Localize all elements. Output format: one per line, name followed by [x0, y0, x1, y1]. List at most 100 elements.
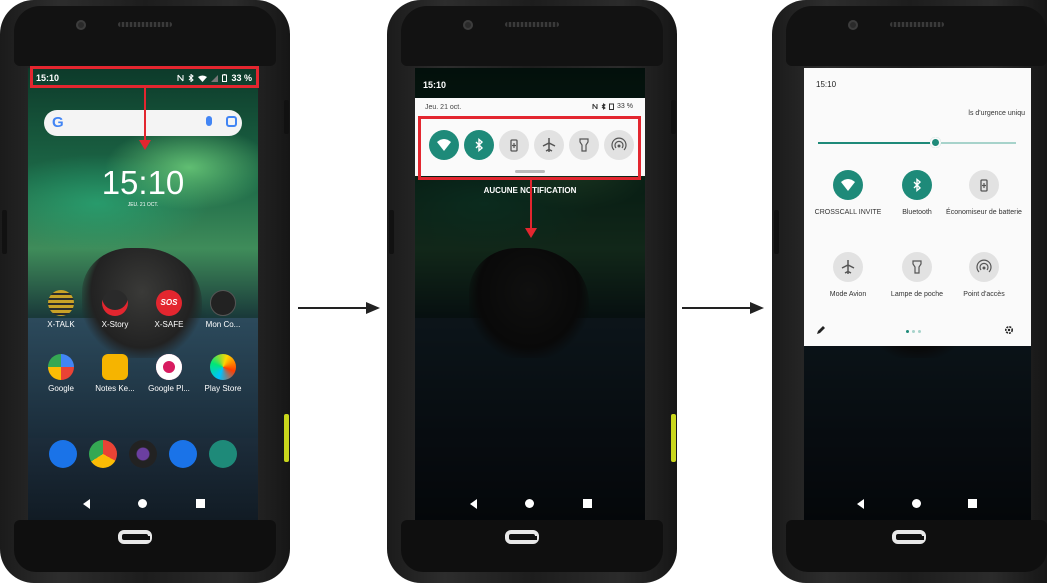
recents-button[interactable]	[968, 499, 977, 508]
crosscall-logo	[892, 530, 926, 544]
battery-saver-tile[interactable]	[969, 170, 999, 200]
top-bezel	[786, 6, 1047, 66]
app-label: Notes Ke...	[95, 384, 135, 393]
navigation-bar	[804, 494, 1031, 514]
app-x-safe[interactable]: SOS X-SAFE	[142, 290, 196, 329]
navigation-bar	[28, 494, 258, 514]
wifi-tile[interactable]	[833, 170, 863, 200]
hotspot-tile-label: Point d'accès	[963, 291, 1005, 298]
crosscall-account-icon	[210, 290, 236, 316]
power-button[interactable]	[284, 100, 289, 134]
google-g-icon: G	[52, 114, 64, 131]
battery-saver-tile-label: Économiseur de batterie	[946, 209, 1022, 216]
qs-header-text: ls d'urgence uniqu	[968, 110, 1025, 117]
app-label: X-Story	[101, 320, 129, 329]
back-button[interactable]	[857, 499, 864, 509]
app-keep-notes[interactable]: Notes Ke...	[88, 354, 142, 393]
bottom-bezel	[786, 520, 1047, 572]
flow-arrow-2	[682, 307, 752, 309]
flow-arrow-1	[298, 307, 368, 309]
back-button[interactable]	[83, 499, 90, 509]
brightness-thumb-icon[interactable]	[930, 137, 941, 148]
nfc-icon	[592, 103, 598, 110]
programmable-key[interactable]	[284, 414, 289, 462]
airplane-tile-label: Mode Avion	[829, 291, 867, 298]
lens-icon[interactable]	[226, 116, 237, 127]
flashlight-icon	[912, 260, 922, 274]
chrome-icon[interactable]	[89, 440, 117, 468]
settings-gear-icon[interactable]	[1004, 325, 1014, 335]
top-bezel	[401, 6, 663, 66]
power-button[interactable]	[671, 100, 676, 134]
brightness-slider[interactable]	[818, 137, 1016, 148]
volume-button[interactable]	[774, 210, 779, 254]
volume-button[interactable]	[389, 210, 394, 254]
battery-saver-icon	[980, 179, 988, 192]
front-camera	[463, 20, 473, 30]
programmable-key[interactable]	[671, 414, 676, 462]
crosscall-logo	[505, 530, 539, 544]
page-dot-active	[906, 330, 909, 333]
bluetooth-tile[interactable]	[902, 170, 932, 200]
navigation-bar	[415, 494, 645, 514]
flow-arrow-2-head	[750, 302, 764, 314]
phone-dialer-icon[interactable]	[49, 440, 77, 468]
expanded-quick-settings: 15:10 ls d'urgence uniqu CROSSCALL INVIT…	[804, 68, 1031, 346]
sos-icon: SOS	[156, 290, 182, 316]
front-camera	[76, 20, 86, 30]
x-story-icon	[102, 290, 128, 316]
x-talk-icon	[48, 290, 74, 316]
flashlight-tile[interactable]	[902, 252, 932, 282]
earpiece-speaker	[118, 22, 172, 27]
shade-date: Jeu. 21 oct.	[425, 104, 462, 111]
app-label: X-TALK	[47, 320, 75, 329]
keep-notes-icon	[102, 354, 128, 380]
app-play-store[interactable]: Play Store	[196, 354, 250, 393]
mic-icon[interactable]	[206, 116, 212, 126]
app-google[interactable]: Google	[34, 354, 88, 393]
home-button[interactable]	[525, 499, 534, 508]
messages-icon[interactable]	[169, 440, 197, 468]
page-indicator	[906, 330, 921, 333]
wifi-icon	[841, 179, 855, 191]
home-button[interactable]	[138, 499, 147, 508]
bluetooth-tile-label: Bluetooth	[902, 209, 932, 216]
camera-app-icon[interactable]	[129, 440, 157, 468]
home-clock[interactable]: 15:10	[28, 164, 258, 202]
app-x-talk[interactable]: X-TALK	[34, 290, 88, 329]
settings-icon[interactable]	[209, 440, 237, 468]
page-dot	[912, 330, 915, 333]
app-google-play-movies[interactable]: Google Pl...	[142, 354, 196, 393]
app-label: Play Store	[204, 384, 242, 393]
front-camera	[848, 20, 858, 30]
phone-home: 15:10 33 % G 15:10 JEU. 21 OCT. X-TALK X…	[0, 0, 290, 583]
shade-status-icons: 33 %	[592, 103, 633, 110]
phone-quick-settings: 15:10 ls d'urgence uniqu CROSSCALL INVIT…	[772, 0, 1047, 583]
back-button[interactable]	[470, 499, 477, 509]
top-bezel	[14, 6, 276, 66]
play-store-icon	[210, 354, 236, 380]
google-search-bar[interactable]: G	[44, 110, 242, 136]
home-date: JEU. 21 OCT.	[127, 202, 159, 208]
airplane-tile[interactable]	[833, 252, 863, 282]
status-bar: 15:10	[415, 68, 645, 90]
app-x-story[interactable]: X-Story	[88, 290, 142, 329]
hotspot-tile[interactable]	[969, 252, 999, 282]
edit-icon[interactable]	[816, 326, 825, 335]
recents-button[interactable]	[583, 499, 592, 508]
status-time: 15:10	[423, 80, 447, 90]
phone-notification-shade: 15:10 Jeu. 21 oct. 33 % AUCUNE NOTIFICAT…	[387, 0, 677, 583]
home-button[interactable]	[912, 499, 921, 508]
swipe-arrow-head	[525, 228, 537, 238]
app-mon-compte[interactable]: Mon Co...	[196, 290, 250, 329]
volume-button[interactable]	[2, 210, 7, 254]
app-label: X-SAFE	[154, 320, 184, 329]
recents-button[interactable]	[196, 499, 205, 508]
flashlight-tile-label: Lampe de poche	[890, 291, 944, 298]
app-label: Google Pl...	[148, 384, 190, 393]
hotspot-icon	[976, 259, 992, 273]
battery-icon	[609, 103, 615, 110]
bluetooth-icon	[601, 103, 606, 110]
earpiece-speaker	[890, 22, 944, 27]
play-movies-icon	[156, 354, 182, 380]
